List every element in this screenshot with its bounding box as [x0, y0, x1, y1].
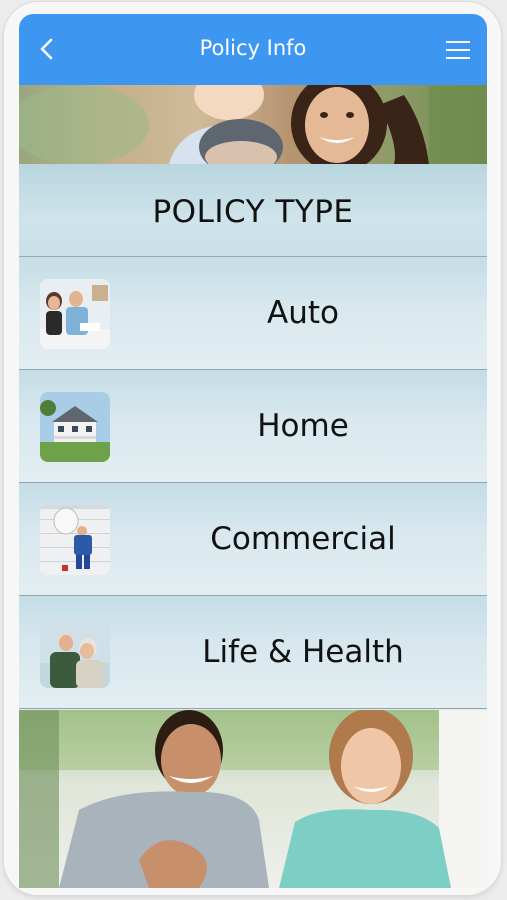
- satellite-technician-thumbnail: [40, 505, 110, 575]
- policy-row-life-health[interactable]: Life & Health: [19, 596, 487, 709]
- policy-label: Home: [257, 408, 349, 444]
- menu-button[interactable]: [445, 39, 471, 61]
- top-app-bar: Policy Info: [19, 14, 487, 85]
- app-screen: Policy Info POLICY TYPE Auto Home Commer…: [19, 14, 487, 888]
- house-thumbnail: [40, 392, 110, 462]
- elderly-couple-thumbnail: [40, 618, 110, 688]
- policy-list: Auto Home Commercial Life & Health: [19, 257, 487, 709]
- policy-label: Commercial: [210, 521, 396, 557]
- policy-label: Auto: [267, 295, 339, 331]
- business-meeting-thumbnail: [40, 279, 110, 349]
- couple-photo-illustration: [19, 710, 487, 888]
- policy-row-commercial[interactable]: Commercial: [19, 483, 487, 596]
- hamburger-menu-icon: [446, 41, 470, 59]
- policy-row-home[interactable]: Home: [19, 370, 487, 483]
- banner-photo-family: [19, 85, 487, 164]
- policy-row-auto[interactable]: Auto: [19, 257, 487, 370]
- policy-type-header: POLICY TYPE: [19, 164, 487, 257]
- page-title: Policy Info: [199, 36, 307, 60]
- family-photo-illustration: [19, 85, 487, 164]
- section-title: POLICY TYPE: [152, 194, 354, 230]
- policy-label: Life & Health: [202, 634, 404, 670]
- banner-photo-couple: [19, 710, 487, 888]
